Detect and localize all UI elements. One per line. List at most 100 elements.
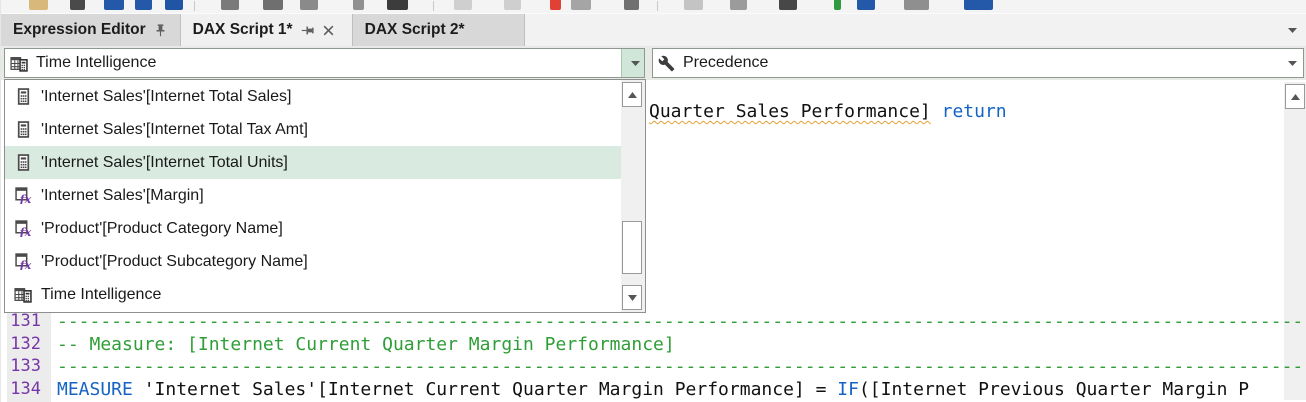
check-icon[interactable]: [834, 0, 841, 10]
record-icon[interactable]: [550, 0, 561, 10]
tab-label: DAX Script 1*: [192, 21, 293, 38]
dropdown-item-label: Time Intelligence: [41, 285, 162, 303]
pin-pinned-icon[interactable]: [153, 23, 168, 38]
import-icon[interactable]: [70, 0, 85, 10]
pin-unpinned-icon[interactable]: [300, 23, 315, 38]
scrollbar-thumb[interactable]: [622, 221, 642, 274]
dropdown-item[interactable]: fx 'Product'[Product Category Name]: [5, 212, 621, 245]
tag-icon[interactable]: [353, 0, 364, 10]
code-segment: return: [941, 101, 1007, 122]
code-segment: MEASURE: [57, 378, 133, 400]
disabled-tool-icon[interactable]: [684, 0, 703, 10]
line-number: 132: [10, 333, 41, 354]
dropdown-item-label: 'Internet Sales'[Internet Total Sales]: [41, 87, 292, 105]
window-icon[interactable]: [221, 0, 239, 10]
app-window: Expression Editor DAX Script 1* DAX Script…: [0, 0, 1306, 402]
scroll-down-button[interactable]: [622, 285, 642, 310]
line-number: 131: [10, 311, 41, 331]
block-icon[interactable]: [135, 0, 152, 10]
measure-icon: [13, 154, 33, 171]
calculated-column-icon: fx: [13, 220, 33, 237]
toolbar-separator: [657, 1, 658, 11]
dropdown-item-label: 'Internet Sales'[Internet Total Units]: [41, 153, 288, 171]
calculated-column-icon: fx: [13, 253, 33, 270]
underline-icon[interactable]: [104, 0, 124, 10]
code-segment: IF: [837, 378, 859, 400]
close-icon[interactable]: [322, 24, 335, 37]
stamp-icon[interactable]: [387, 0, 408, 10]
tab-label: Expression Editor: [13, 21, 146, 38]
combobox-row: Time Intelligence Precedence: [1, 46, 1306, 80]
tab-label: DAX Script 2*: [364, 21, 465, 38]
dropdown-item[interactable]: fx 'Internet Sales'[Margin]: [5, 179, 621, 212]
object-selector-combobox[interactable]: Time Intelligence: [4, 48, 645, 78]
dropdown-items: 'Internet Sales'[Internet Total Sales] 'I…: [5, 80, 621, 311]
list-icon[interactable]: [571, 0, 591, 10]
code-segment: Quarter Sales Performance]: [649, 101, 931, 122]
frame-icon[interactable]: [779, 0, 797, 10]
dropdown-item[interactable]: fx 'Product'[Product Subcategory Name]: [5, 245, 621, 278]
fill-icon[interactable]: [624, 0, 639, 10]
folder-icon[interactable]: [29, 0, 48, 10]
code-segment: ----------------------------------------…: [57, 311, 1306, 332]
object-dropdown-list: 'Internet Sales'[Internet Total Sales] 'I…: [4, 79, 646, 313]
disabled-doc-icon[interactable]: [454, 0, 472, 10]
dropdown-item-label: 'Product'[Product Subcategory Name]: [41, 252, 308, 270]
code-line-text: MEASURE 'Internet Sales'[Internet Curren…: [57, 379, 1249, 400]
combobox-value: Time Intelligence: [36, 54, 157, 71]
code-segment: ----------------------------------------…: [57, 356, 1306, 377]
dropdown-item[interactable]: 'Internet Sales'[Internet Total Units]: [5, 146, 621, 179]
line-number: 133: [10, 356, 41, 376]
svg-text:fx: fx: [18, 193, 31, 204]
script-new-icon[interactable]: [964, 0, 993, 10]
precedence-selector-combobox[interactable]: Precedence: [652, 48, 1304, 78]
svg-text:fx: fx: [18, 226, 31, 237]
chevron-down-icon: [1288, 60, 1297, 66]
key-icon[interactable]: [300, 0, 318, 10]
code-line-text: ----------------------------------------…: [57, 311, 1306, 332]
code-segment: ([Internet Previous Quarter Margin P: [858, 378, 1250, 400]
combobox-value: Precedence: [683, 54, 769, 71]
dropdown-item[interactable]: Time Intelligence: [5, 278, 621, 311]
calculated-table-icon: [10, 55, 28, 72]
line-number: 134: [10, 378, 41, 399]
measure-icon: [13, 88, 33, 105]
tab-dax-script-1[interactable]: DAX Script 1*: [180, 14, 353, 46]
dropdown-scrollbar[interactable]: [621, 80, 645, 312]
dropdown-button[interactable]: [621, 49, 644, 77]
tab-dax-script-2[interactable]: DAX Script 2*: [352, 14, 525, 46]
scroll-up-icon: [627, 91, 637, 98]
wand-icon[interactable]: [730, 0, 747, 10]
code-line-text: ----------------------------------------…: [57, 356, 1306, 377]
dropdown-item[interactable]: 'Internet Sales'[Internet Total Tax Amt]: [5, 113, 621, 146]
svg-text:fx: fx: [18, 259, 31, 270]
code-line-text: -- Measure: [Internet Current Quarter Ma…: [57, 334, 675, 355]
table-icon[interactable]: [263, 0, 283, 10]
globe-icon[interactable]: [165, 0, 183, 10]
measure-icon: [13, 121, 33, 138]
dropdown-item[interactable]: 'Internet Sales'[Internet Total Sales]: [5, 80, 621, 113]
toolbar: [1, 0, 1306, 13]
dropdown-item-label: 'Product'[Product Category Name]: [41, 219, 283, 237]
dropdown-item-label: 'Internet Sales'[Internet Total Tax Amt]: [41, 120, 308, 138]
dropdown-button[interactable]: [1277, 49, 1303, 77]
code-segment: 'Internet Sales'[Internet Current Quarte…: [132, 378, 838, 400]
calculated-column-icon: fx: [13, 187, 33, 204]
code-line-132: 132 -- Measure: [Internet Current Quarter…: [1, 334, 1306, 356]
blue-block-icon[interactable]: [857, 0, 875, 10]
code-line-partial: Quarter Sales Performance] return: [649, 101, 1007, 122]
chevron-down-icon[interactable]: [1288, 28, 1297, 33]
disabled-grid-icon[interactable]: [504, 0, 521, 10]
tab-bar: Expression Editor DAX Script 1* DAX Script…: [1, 13, 1306, 46]
scroll-up-icon: [1290, 93, 1300, 100]
calculated-table-icon: [13, 286, 33, 303]
scroll-up-button[interactable]: [622, 82, 642, 107]
code-segment: -- Measure: [Internet Current Quarter Ma…: [57, 333, 675, 355]
script-run-icon[interactable]: [904, 0, 929, 10]
chevron-down-icon: [631, 60, 640, 66]
tab-expression-editor[interactable]: Expression Editor: [1, 14, 181, 46]
toolbar-separator: [194, 1, 195, 11]
wrench-icon: [658, 55, 675, 72]
scroll-up-button[interactable]: [1285, 84, 1305, 109]
code-line-131: 131 -------------------------------------…: [1, 311, 1306, 333]
